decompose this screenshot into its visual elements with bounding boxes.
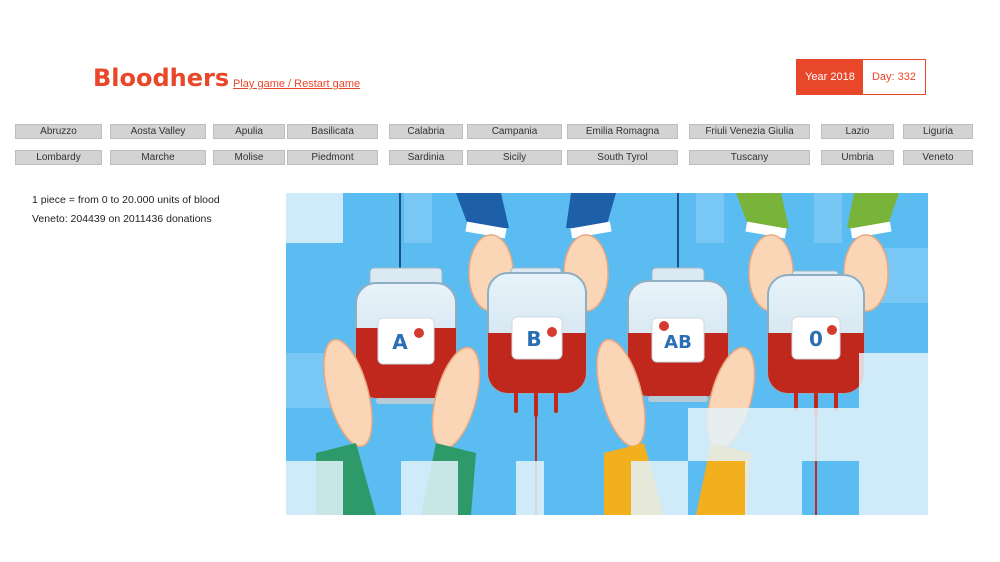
region-button-piedmont[interactable]: Piedmont [287, 150, 378, 165]
region-button-aosta-valley[interactable]: Aosta Valley [110, 124, 206, 139]
region-button-lazio[interactable]: Lazio [821, 124, 894, 139]
piece-legend: 1 piece = from 0 to 20.000 units of bloo… [32, 194, 220, 206]
blood-bags-illustration: A B AB 0 [286, 193, 928, 515]
puzzle-board[interactable]: A B AB 0 [286, 193, 928, 515]
region-button-abruzzo[interactable]: Abruzzo [15, 124, 102, 139]
blood-type-label-0: 0 [809, 327, 823, 351]
region-button-lombardy[interactable]: Lombardy [15, 150, 102, 165]
region-button-marche[interactable]: Marche [110, 150, 206, 165]
region-button-umbria[interactable]: Umbria [821, 150, 894, 165]
region-button-calabria[interactable]: Calabria [389, 124, 463, 139]
region-button-emilia-romagna[interactable]: Emilia Romagna [567, 124, 678, 139]
region-button-liguria[interactable]: Liguria [903, 124, 973, 139]
region-button-basilicata[interactable]: Basilicata [287, 124, 378, 139]
region-button-friuli-venezia-giulia[interactable]: Friuli Venezia Giulia [689, 124, 810, 139]
region-stats: Veneto: 204439 on 2011436 donations [32, 213, 212, 225]
blood-type-label-b: B [526, 327, 541, 351]
region-button-sicily[interactable]: Sicily [467, 150, 562, 165]
region-button-apulia[interactable]: Apulia [213, 124, 285, 139]
region-button-campania[interactable]: Campania [467, 124, 562, 139]
blood-type-label-ab: AB [664, 332, 692, 353]
region-button-molise[interactable]: Molise [213, 150, 285, 165]
blood-type-label-a: A [392, 330, 408, 354]
region-button-tuscany[interactable]: Tuscany [689, 150, 810, 165]
day-label: Day: 332 [863, 60, 925, 94]
play-restart-link[interactable]: Play game / Restart game [233, 78, 360, 90]
region-button-veneto[interactable]: Veneto [903, 150, 973, 165]
region-button-sardinia[interactable]: Sardinia [389, 150, 463, 165]
region-button-south-tyrol[interactable]: South Tyrol [567, 150, 678, 165]
app-logo: Bloodhers [93, 64, 230, 92]
date-display: Year 2018 Day: 332 [796, 59, 926, 95]
year-label: Year 2018 [797, 60, 863, 94]
